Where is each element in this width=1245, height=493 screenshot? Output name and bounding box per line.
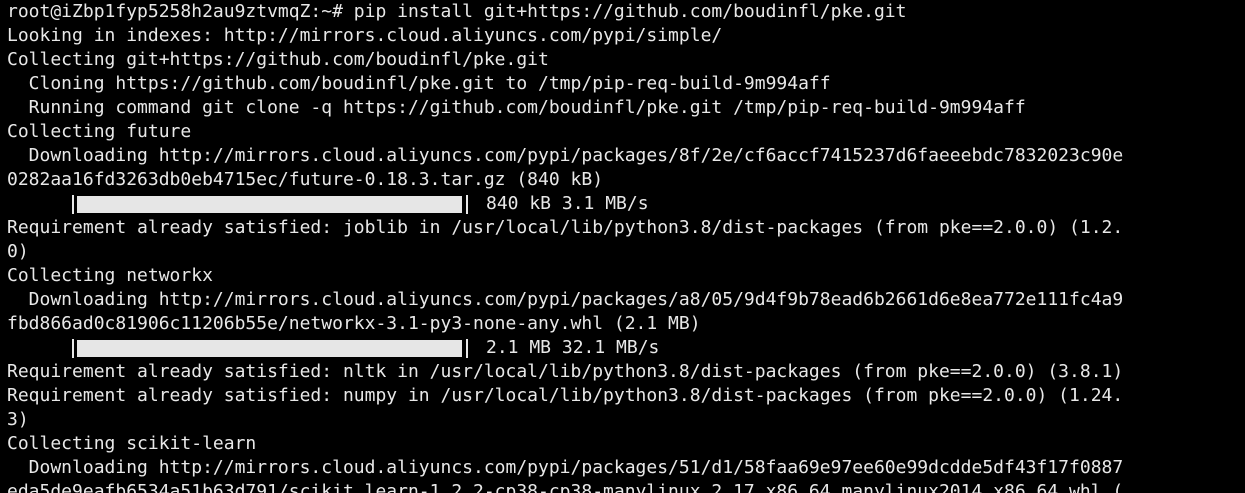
output-line: Downloading http://mirrors.cloud.aliyunc…	[7, 457, 1124, 478]
output-line: Downloading http://mirrors.cloud.aliyunc…	[7, 289, 1124, 310]
output-line: 0282aa16fd3263db0eb4715ec/future-0.18.3.…	[7, 169, 604, 190]
progress-bar-left-edge	[72, 339, 74, 358]
output-line: Requirement already satisfied: numpy in …	[7, 385, 1124, 406]
terminal-window[interactable]: root@iZbp1fyp5258h2au9ztvmqZ:~# pip inst…	[0, 0, 1245, 493]
output-line: Collecting git+https://github.com/boudin…	[7, 49, 549, 70]
output-line: Looking in indexes: http://mirrors.cloud…	[7, 25, 723, 46]
progress-status-text: 840 kB 3.1 MB/s	[486, 193, 649, 214]
output-line: Requirement already satisfied: joblib in…	[7, 217, 1124, 238]
progress-bar-right-edge	[466, 339, 468, 358]
progress-status-text: 2.1 MB 32.1 MB/s	[486, 337, 660, 358]
progress-bar-right-edge	[466, 195, 468, 214]
output-line: Running command git clone -q https://git…	[7, 97, 1026, 118]
prompt-command-line: root@iZbp1fyp5258h2au9ztvmqZ:~# pip inst…	[7, 1, 907, 22]
output-line: Collecting scikit-learn	[7, 433, 257, 454]
output-line: 0)	[7, 241, 29, 262]
output-line: fbd866ad0c81906c11206b55e/networkx-3.1-p…	[7, 313, 701, 334]
output-line: Requirement already satisfied: nltk in /…	[7, 361, 1124, 382]
output-line: 3)	[7, 409, 29, 430]
progress-bar-fill	[77, 196, 462, 213]
progress-bar-left-edge	[72, 195, 74, 214]
progress-bar-fill	[77, 340, 462, 357]
output-line: Collecting networkx	[7, 265, 213, 286]
output-line: Downloading http://mirrors.cloud.aliyunc…	[7, 145, 1124, 166]
output-line: Collecting future	[7, 121, 192, 142]
output-line: Cloning https://github.com/boudinfl/pke.…	[7, 73, 831, 94]
output-line: eda5de9eafb6534a51b63d791/scikit_learn-1…	[7, 481, 1124, 493]
